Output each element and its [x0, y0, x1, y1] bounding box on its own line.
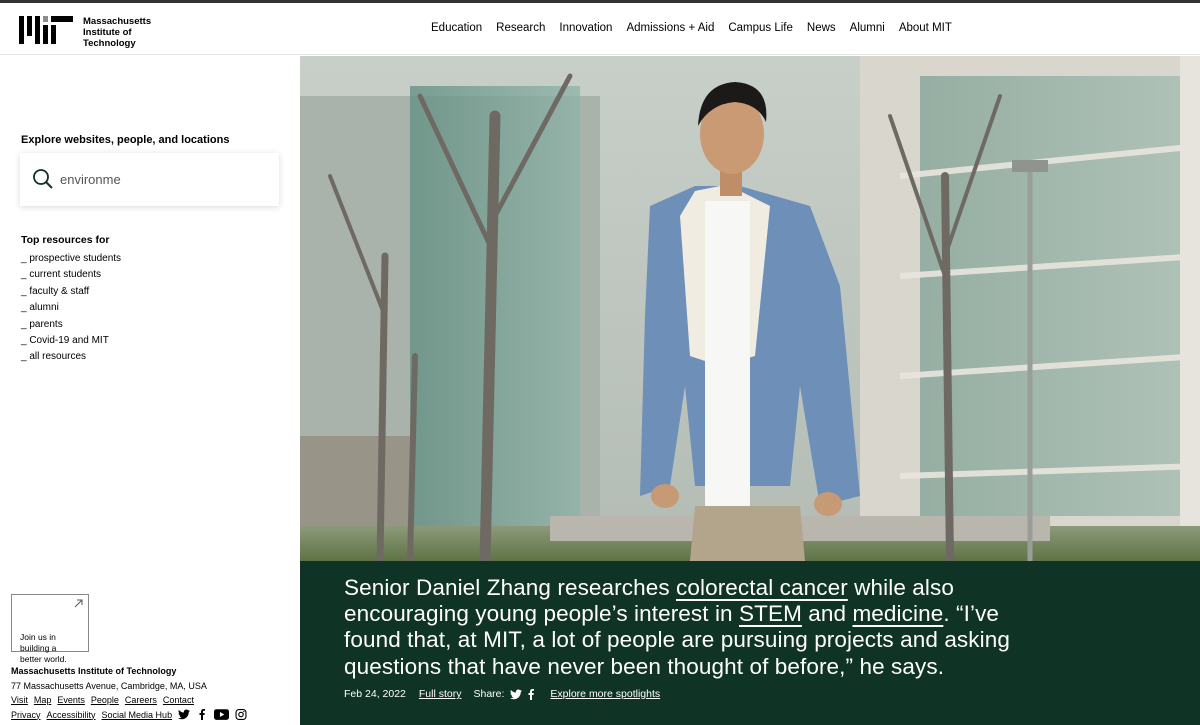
youtube-icon[interactable] [214, 709, 230, 720]
main-nav: Education Research Innovation Admissions… [431, 22, 952, 34]
caption-part1: Senior Daniel Zhang researches [344, 575, 677, 600]
resource-faculty-staff[interactable]: _ faculty & staff [21, 284, 121, 300]
twitter-icon[interactable] [510, 689, 523, 700]
caption-part3: and [801, 601, 853, 627]
footer-link-events[interactable]: Events [57, 695, 85, 705]
nav-campus-life[interactable]: Campus Life [728, 22, 793, 34]
hero-image [300, 56, 1200, 561]
resource-alumni[interactable]: _ alumni [21, 300, 121, 316]
nav-alumni[interactable]: Alumni [850, 22, 885, 34]
link-medicine[interactable]: medicine [852, 601, 943, 626]
nav-news[interactable]: News [807, 22, 836, 34]
full-story-link[interactable]: Full story [419, 688, 462, 700]
site-header: Massachusetts Institute of Technology Ed… [0, 3, 1200, 55]
link-colorectal-cancer[interactable]: colorectal cancer [676, 575, 848, 600]
resource-parents[interactable]: _ parents [21, 317, 121, 333]
instagram-icon[interactable] [235, 709, 247, 720]
explore-more-spotlights-link[interactable]: Explore more spotlights [550, 688, 660, 700]
story-date: Feb 24, 2022 [344, 688, 406, 700]
facebook-icon[interactable] [196, 709, 208, 720]
hero-caption: Senior Daniel Zhang researches colorecta… [300, 561, 1200, 725]
sidebar: Explore websites, people, and locations … [0, 56, 300, 725]
nav-research[interactable]: Research [496, 22, 545, 34]
caption-meta: Feb 24, 2022 Full story Share: Explore m… [344, 688, 660, 700]
nav-innovation[interactable]: Innovation [559, 22, 612, 34]
footer-link-accessibility[interactable]: Accessibility [47, 710, 96, 720]
footer-address: 77 Massachusetts Avenue, Cambridge, MA, … [11, 681, 207, 691]
resources-list: _ prospective students _ current student… [21, 251, 121, 366]
caption-text: Senior Daniel Zhang researches colorecta… [344, 575, 1044, 680]
footer-link-contact[interactable]: Contact [163, 695, 194, 705]
footer-link-careers[interactable]: Careers [125, 695, 157, 705]
join-us-text: Join us in building a better world. [20, 632, 67, 664]
explore-label: Explore websites, people, and locations [21, 134, 230, 146]
footer-link-social-media-hub[interactable]: Social Media Hub [102, 710, 173, 720]
facebook-icon[interactable] [527, 688, 535, 700]
footer-links-row2: Privacy Accessibility Social Media Hub [11, 709, 247, 720]
resource-prospective-students[interactable]: _ prospective students [21, 251, 121, 267]
resource-current-students[interactable]: _ current students [21, 267, 121, 283]
resource-covid19[interactable]: _ Covid-19 and MIT [21, 333, 121, 349]
footer-link-visit[interactable]: Visit [11, 695, 28, 705]
footer-link-people[interactable]: People [91, 695, 119, 705]
nav-about-mit[interactable]: About MIT [899, 22, 952, 34]
link-stem[interactable]: STEM [739, 601, 802, 626]
footer-link-map[interactable]: Map [34, 695, 52, 705]
top-resources-title: Top resources for [21, 234, 110, 246]
logo-text: Massachusetts Institute of Technology [83, 16, 152, 49]
mit-logo[interactable]: Massachusetts Institute of Technology [19, 16, 169, 49]
hero-photo [300, 56, 1200, 561]
footer-link-privacy[interactable]: Privacy [11, 710, 41, 720]
nav-education[interactable]: Education [431, 22, 482, 34]
arrow-up-right-icon [74, 599, 83, 608]
footer-links-row1: Visit Map Events People Careers Contact [11, 695, 194, 705]
resource-all-resources[interactable]: _ all resources [21, 349, 121, 365]
twitter-icon[interactable] [178, 709, 191, 720]
join-us-button[interactable]: Join us in building a better world. [11, 594, 89, 664]
search-input[interactable] [60, 167, 260, 191]
footer-institution-name: Massachusetts Institute of Technology [11, 666, 177, 676]
nav-admissions-aid[interactable]: Admissions + Aid [626, 22, 714, 34]
mit-logo-icon [19, 16, 73, 44]
share-label: Share: [473, 688, 505, 700]
search-icon[interactable] [32, 168, 54, 190]
search-box[interactable] [20, 153, 279, 206]
